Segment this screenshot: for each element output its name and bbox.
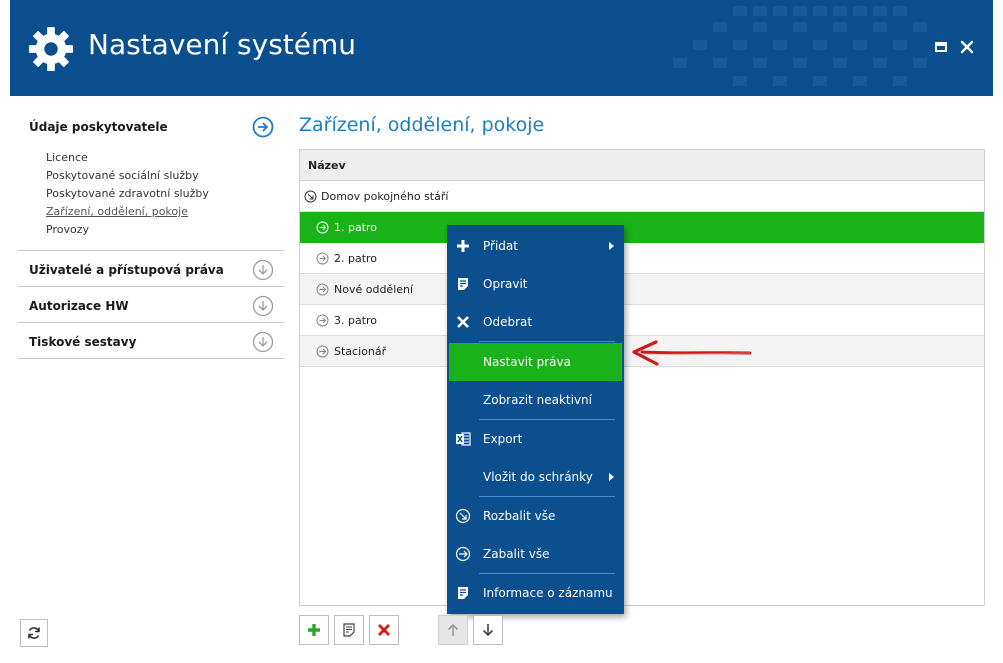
row-label: 3. patro xyxy=(334,314,378,327)
sidebar-section-uzivatele[interactable]: Uživatelé a přístupová práva xyxy=(18,253,284,287)
table-row[interactable]: 3. patro xyxy=(300,305,984,336)
arrow-down-circle-icon[interactable] xyxy=(252,259,274,281)
page-title: Zařízení, oddělení, pokoje xyxy=(299,114,545,136)
maximize-icon[interactable] xyxy=(932,38,950,56)
menu-item-odebrat[interactable]: Odebrat xyxy=(447,303,624,341)
app-window: Nastavení systému Údaje poskytovatele Li… xyxy=(0,0,1003,663)
menu-item-zabalit-vse[interactable]: Zabalit vše xyxy=(447,535,624,573)
row-label: Domov pokojného stáří xyxy=(321,190,449,203)
sidebar-item-zarizeni[interactable]: Zařízení, oddělení, pokoje xyxy=(46,205,188,218)
add-button[interactable] xyxy=(299,615,329,645)
sidebar: Údaje poskytovatele Licence Poskytované … xyxy=(18,110,284,390)
divider xyxy=(18,286,284,287)
menu-item-label: Vložit do schránky xyxy=(483,470,593,484)
info-doc-icon xyxy=(458,587,468,599)
menu-item-zobrazit-neaktivni[interactable]: Zobrazit neaktivní xyxy=(447,381,624,419)
menu-item-label: Rozbalit vše xyxy=(483,509,556,523)
menu-item-rozbalit-vse[interactable]: Rozbalit vše xyxy=(447,497,624,535)
table-row[interactable]: Nové oddělení xyxy=(300,274,984,305)
sidebar-section-label: Autorizace HW xyxy=(29,299,129,313)
red-arrow-icon xyxy=(632,340,752,366)
menu-item-label: Zobrazit neaktivní xyxy=(483,393,592,407)
menu-item-label: Přidat xyxy=(483,239,518,253)
x-icon xyxy=(457,316,469,328)
menu-separator xyxy=(479,341,615,342)
arrow-down-circle-icon[interactable] xyxy=(252,331,274,353)
menu-item-label: Odebrat xyxy=(483,315,533,329)
menu-item-label: Zabalit vše xyxy=(483,547,550,561)
column-header[interactable]: Název xyxy=(300,150,984,181)
arrow-right-circle-icon[interactable] xyxy=(252,116,274,138)
gear-icon xyxy=(28,26,74,72)
delete-button[interactable] xyxy=(369,615,399,645)
menu-item-label: Export xyxy=(483,432,523,446)
divider xyxy=(18,250,284,251)
sidebar-section-udaje[interactable]: Údaje poskytovatele xyxy=(18,110,284,144)
sidebar-item-zdravotni-sluzby[interactable]: Poskytované zdravotní služby xyxy=(46,187,209,200)
row-label: 1. patro xyxy=(334,221,378,234)
sidebar-item-licence[interactable]: Licence xyxy=(46,151,88,164)
expand-circle-icon[interactable] xyxy=(316,314,329,327)
arrow-down-circle-icon[interactable] xyxy=(252,295,274,317)
edit-icon xyxy=(343,623,355,637)
header-bar: Nastavení systému xyxy=(10,0,993,96)
menu-item-vlozit-do-schranky[interactable]: Vložit do schránky xyxy=(447,458,624,496)
expand-circle-icon[interactable] xyxy=(316,345,329,358)
divider xyxy=(18,322,284,323)
expand-circle-icon[interactable] xyxy=(316,221,329,234)
sidebar-section-label: Uživatelé a přístupová práva xyxy=(29,263,224,277)
context-menu: Přidat Opravit Odebrat Nastavit práva Zo… xyxy=(447,225,624,614)
plus-icon xyxy=(308,624,320,636)
menu-item-opravit[interactable]: Opravit xyxy=(447,265,624,303)
sidebar-section-tiskove[interactable]: Tiskové sestavy xyxy=(18,325,284,359)
expand-circle-icon[interactable] xyxy=(316,283,329,296)
submenu-arrow-icon xyxy=(609,473,614,481)
move-down-button[interactable] xyxy=(473,615,503,645)
sidebar-section-autorizace[interactable]: Autorizace HW xyxy=(18,289,284,323)
refresh-button[interactable] xyxy=(20,619,48,647)
sidebar-item-provozy[interactable]: Provozy xyxy=(46,223,89,236)
table-row[interactable]: Domov pokojného stáří xyxy=(300,181,984,212)
collapse-right-circle-icon xyxy=(455,546,471,562)
menu-item-label: Opravit xyxy=(483,277,528,291)
expand-circle-icon xyxy=(455,508,471,524)
column-header-label: Název xyxy=(308,159,346,172)
menu-item-label: Nastavit práva xyxy=(483,355,571,369)
arrow-down-icon xyxy=(482,624,494,637)
menu-item-nastavit-prava[interactable]: Nastavit práva xyxy=(449,343,622,381)
sidebar-section-label: Údaje poskytovatele xyxy=(29,120,168,134)
move-up-button[interactable] xyxy=(438,615,468,645)
menu-item-export[interactable]: Export xyxy=(447,420,624,458)
table-row[interactable]: 2. patro xyxy=(300,243,984,274)
row-label: Nové oddělení xyxy=(334,283,414,296)
excel-icon xyxy=(456,432,471,446)
edit-button[interactable] xyxy=(334,615,364,645)
divider xyxy=(18,358,284,359)
row-label: 2. patro xyxy=(334,252,378,265)
submenu-arrow-icon xyxy=(609,242,614,250)
menu-item-label: Informace o záznamu xyxy=(483,586,613,600)
header-pattern xyxy=(673,6,927,86)
sidebar-section-label: Tiskové sestavy xyxy=(29,335,137,349)
menu-item-informace[interactable]: Informace o záznamu xyxy=(447,574,624,612)
plus-icon xyxy=(457,240,469,252)
edit-icon xyxy=(458,278,468,290)
collapse-circle-icon[interactable] xyxy=(304,190,317,203)
table-row-selected[interactable]: 1. patro xyxy=(300,212,984,243)
menu-item-pridat[interactable]: Přidat xyxy=(447,227,624,265)
x-icon xyxy=(378,624,390,636)
expand-circle-icon[interactable] xyxy=(316,252,329,265)
row-label: Stacionář xyxy=(334,345,387,358)
sidebar-item-socialni-sluzby[interactable]: Poskytované sociální služby xyxy=(46,169,199,182)
tree-grid: Název Domov pokojného stáří 1. patro 2. … xyxy=(299,149,985,606)
arrow-up-icon xyxy=(447,623,459,636)
refresh-icon xyxy=(28,627,40,639)
window-title: Nastavení systému xyxy=(88,28,357,61)
close-icon[interactable] xyxy=(958,38,976,56)
